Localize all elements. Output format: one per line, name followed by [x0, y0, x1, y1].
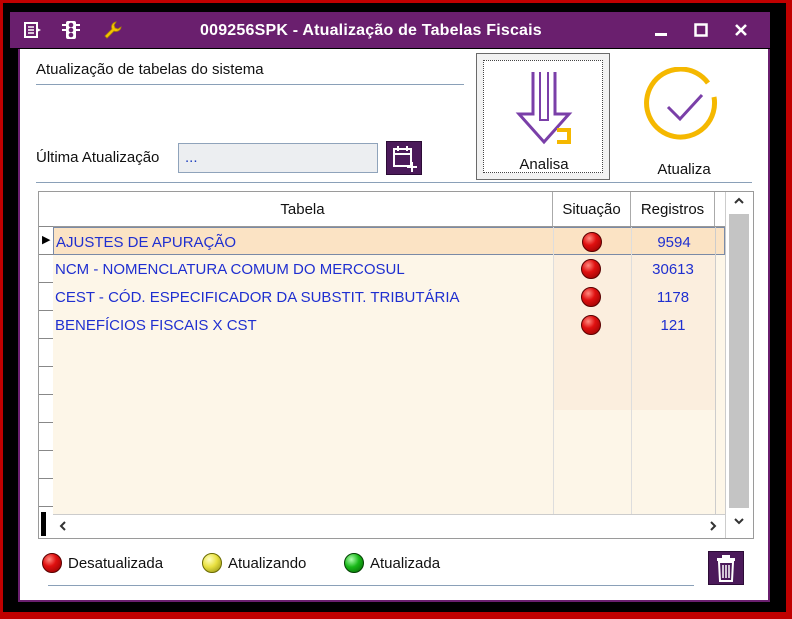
row-registros: 9594 — [657, 233, 691, 251]
legend-label: Desatualizada — [68, 554, 164, 572]
atualiza-label: Atualiza — [657, 161, 711, 178]
row-tabela: CEST - CÓD. ESPECIFICADOR DA SUBSTIT. TR… — [55, 288, 460, 306]
table-row[interactable]: AJUSTES DE APURAÇÃO 9594 — [53, 227, 725, 255]
menu-icon[interactable] — [22, 20, 44, 40]
last-update-field[interactable]: ... — [178, 143, 378, 173]
legend-item: Atualizada — [344, 553, 440, 573]
header-tabela[interactable]: Tabela — [53, 192, 553, 226]
window-client: Atualização de tabelas do sistema Última… — [18, 49, 770, 602]
legend-label: Atualizando — [228, 554, 307, 572]
legend-label: Atualizada — [370, 554, 441, 572]
column-separator — [631, 227, 632, 514]
legend-item: Desatualizada — [42, 553, 163, 573]
status-red-icon — [581, 311, 601, 339]
analisa-button[interactable]: Analisa — [476, 53, 610, 180]
current-row-indicator-icon: ▶ — [42, 234, 51, 246]
row-tabela: BENEFÍCIOS FISCAIS X CST — [55, 316, 257, 334]
atualiza-button[interactable]: Atualiza — [630, 53, 738, 180]
scroll-left-icon[interactable] — [57, 519, 69, 537]
wrench-icon[interactable] — [102, 20, 124, 40]
window-title: 009256SPK - Atualização de Tabelas Fisca… — [200, 22, 542, 39]
status-red-icon — [581, 283, 601, 311]
table-row[interactable]: BENEFÍCIOS FISCAIS X CST 121 — [53, 311, 725, 339]
row-tabela: AJUSTES DE APURAÇÃO — [56, 233, 237, 251]
green-dot-icon — [344, 553, 364, 573]
scroll-up-icon[interactable] — [733, 194, 745, 212]
vertical-scrollbar[interactable] — [725, 192, 753, 538]
row-registros: 121 — [660, 316, 686, 334]
legend-item: Atualizando — [202, 553, 306, 573]
minimize-icon[interactable] — [650, 20, 672, 40]
status-red-icon — [581, 255, 601, 283]
down-arrow-icon — [515, 72, 573, 145]
close-icon[interactable] — [730, 20, 752, 40]
table-row[interactable]: NCM - NOMENCLATURA COMUM DO MERCOSUL 306… — [53, 255, 725, 283]
check-circle-icon — [644, 67, 718, 140]
vertical-scroll-thumb[interactable] — [729, 214, 749, 508]
trash-icon — [717, 555, 735, 582]
section-divider — [36, 84, 464, 85]
header-registros[interactable]: Registros — [631, 192, 715, 226]
horizontal-scrollbar[interactable] — [53, 514, 725, 538]
row-indicator-bar — [41, 512, 46, 536]
title-bar[interactable]: 009256SPK - Atualização de Tabelas Fisca… — [10, 12, 770, 48]
scroll-down-icon[interactable] — [733, 514, 745, 532]
calendar-button[interactable] — [386, 141, 422, 175]
section-title: Atualização de tabelas do sistema — [36, 61, 264, 78]
analisa-label: Analisa — [519, 156, 569, 173]
scroll-right-icon[interactable] — [707, 519, 719, 537]
table-row[interactable]: CEST - CÓD. ESPECIFICADOR DA SUBSTIT. TR… — [53, 283, 725, 311]
toolbar-divider — [36, 182, 752, 183]
column-separator — [553, 227, 554, 514]
status-legend: Desatualizada Atualizando Atualizada — [20, 547, 700, 577]
yellow-dot-icon — [202, 553, 222, 573]
calendar-add-icon — [393, 146, 417, 172]
tables-grid[interactable]: ▶ Tabela Situação Registros AJUSTES DE A… — [38, 191, 754, 539]
red-dot-icon — [42, 553, 62, 573]
row-registros: 1178 — [656, 288, 690, 306]
column-separator — [715, 227, 716, 514]
grid-body: AJUSTES DE APURAÇÃO 9594 NCM - NOMENCLAT… — [53, 227, 725, 514]
row-tabela: NCM - NOMENCLATURA COMUM DO MERCOSUL — [55, 260, 405, 278]
traffic-light-icon[interactable] — [60, 20, 82, 40]
header-situacao[interactable]: Situação — [553, 192, 631, 226]
delete-button[interactable] — [708, 551, 744, 585]
maximize-icon[interactable] — [690, 20, 712, 40]
grid-header: Tabela Situação Registros — [53, 192, 725, 227]
footer-divider — [48, 585, 694, 586]
last-update-label: Última Atualização — [36, 149, 160, 166]
status-red-icon — [582, 228, 602, 256]
row-registros: 30613 — [652, 260, 694, 278]
row-indicator-column: ▶ — [39, 192, 54, 538]
